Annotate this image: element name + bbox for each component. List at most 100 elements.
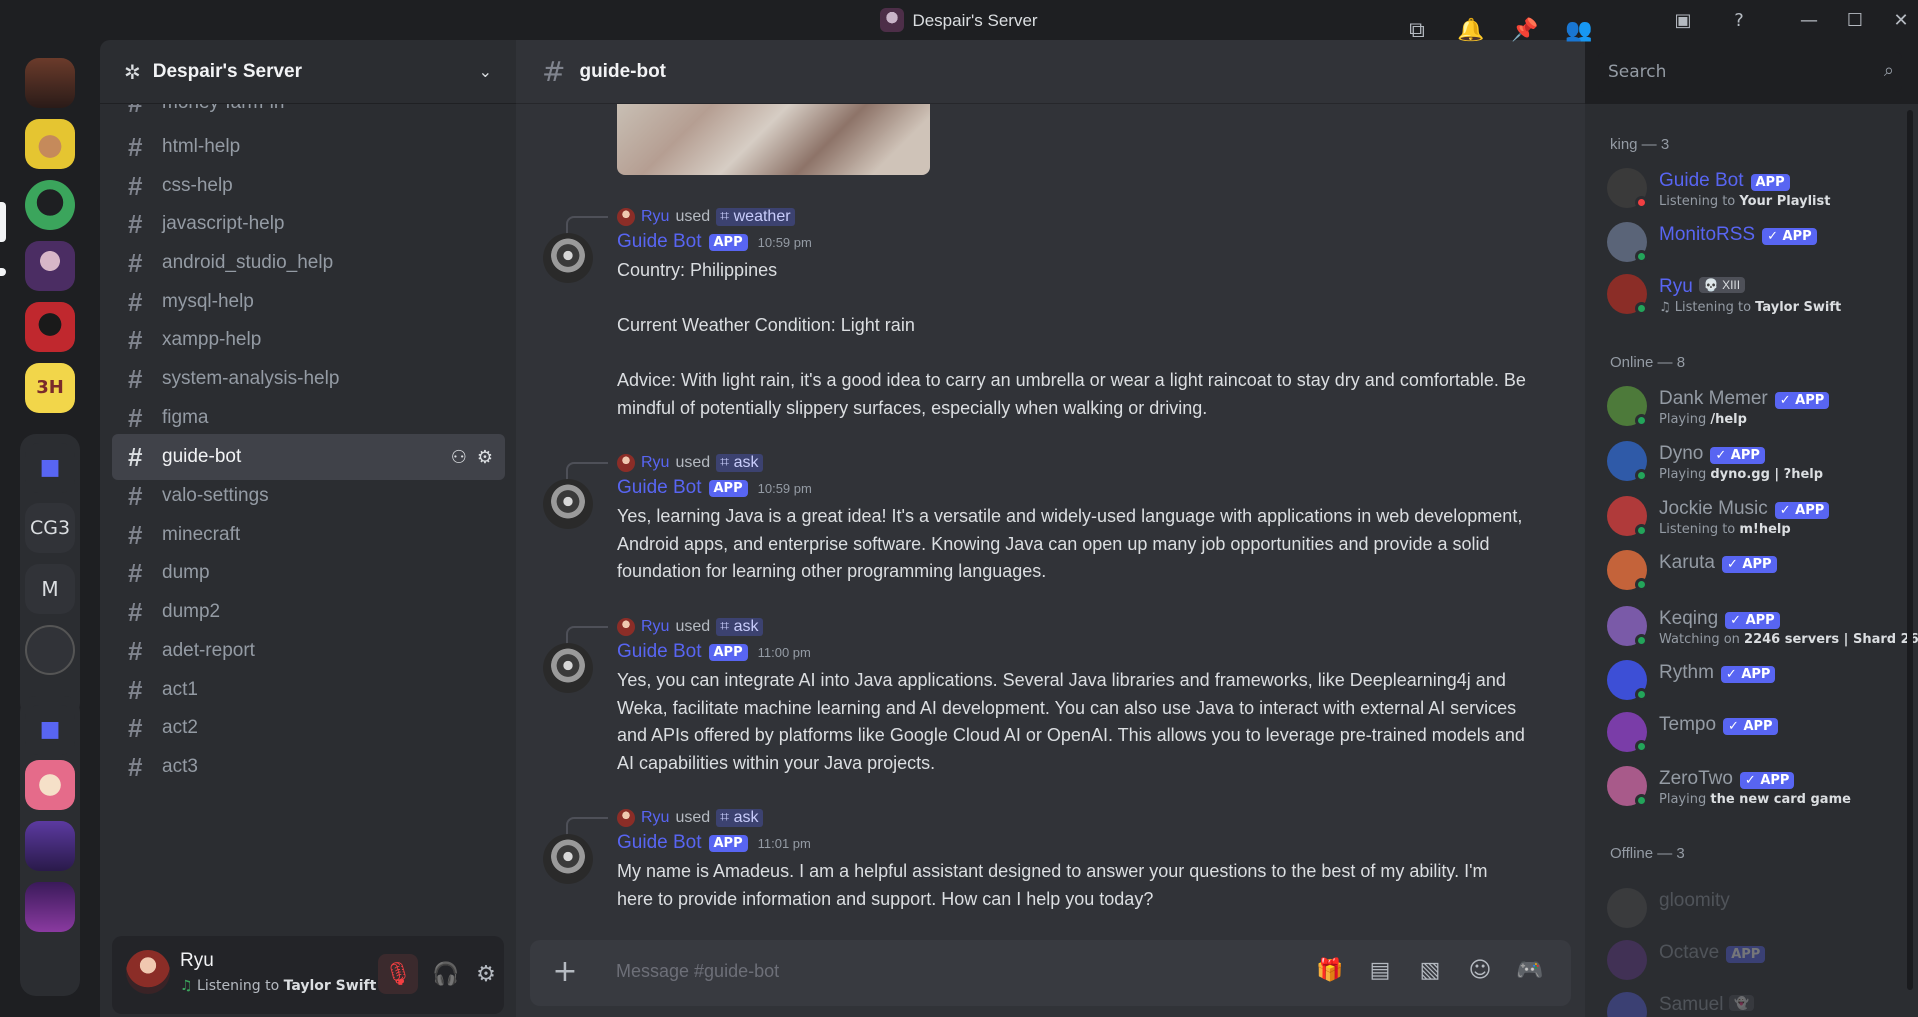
member-name: Keqing ✓ APP [1659, 608, 1780, 630]
member-octave[interactable]: Octave APP [1607, 940, 1907, 984]
add-attachment-icon[interactable]: + [548, 956, 582, 990]
inbox-icon[interactable]: ▣ [1670, 8, 1696, 32]
command-reference[interactable]: Ryu used ⌗ ask [617, 806, 763, 830]
member-dyno[interactable]: Dyno ✓ APP Playing dyno.gg | ?help [1607, 441, 1907, 485]
avatar[interactable] [543, 233, 593, 283]
channel-label: mysql-help [162, 291, 254, 312]
server-icon-10[interactable] [25, 882, 75, 932]
server-icon-1[interactable] [25, 58, 75, 108]
bell-icon[interactable]: 🔔 [1444, 18, 1498, 43]
activity-detail: dyno.gg | ?help [1710, 467, 1824, 482]
gift-icon[interactable]: 🎁 [1305, 958, 1355, 983]
help-icon[interactable]: ? [1726, 8, 1752, 32]
hash-icon: # [128, 104, 162, 119]
member-monitorss[interactable]: MonitoRSS ✓ APP [1607, 222, 1907, 266]
gif-icon[interactable]: ▤ [1355, 958, 1405, 983]
app-badge: APP [708, 643, 748, 661]
avatar[interactable] [126, 950, 170, 994]
member-name-text: ZeroTwo [1659, 768, 1733, 789]
folder-icon[interactable]: ■ [25, 705, 75, 755]
member-group-label: king — 3 [1610, 136, 1670, 153]
member-name: Octave APP [1659, 942, 1766, 964]
image-attachment[interactable] [617, 104, 930, 175]
member-samuel[interactable]: Samuel 👻 [1607, 992, 1907, 1017]
server-icon-cg3[interactable]: CG3 [25, 503, 75, 553]
status-indicator [1635, 794, 1648, 807]
message-composer[interactable]: + Message #guide-bot 🎁 ▤ ▧ ☺ 🎮 [530, 940, 1571, 1006]
search-placeholder: Search [1608, 62, 1667, 82]
command-name: weather [733, 208, 791, 225]
server-icon-m[interactable]: M [25, 564, 75, 614]
mic-muted-icon[interactable]: 🎙 [378, 954, 418, 994]
invite-icon[interactable]: ⚇ [451, 447, 467, 468]
avatar[interactable] [543, 834, 593, 884]
close-icon[interactable]: ✕ [1888, 8, 1914, 32]
server-icon-2[interactable] [25, 119, 75, 169]
threads-icon[interactable]: ⧉ [1390, 18, 1444, 43]
channel-label: system-analysis-help [162, 368, 340, 389]
server-icon-despair[interactable] [25, 241, 75, 291]
member-name: Ryu 💀 XIII [1659, 276, 1746, 298]
server-icon-3h[interactable]: 3H [25, 363, 75, 413]
used-text: used [675, 618, 711, 635]
folder-icon[interactable]: ■ [25, 443, 75, 493]
app-badge: APP [708, 233, 748, 251]
status-indicator [1635, 688, 1648, 701]
server-icon-user[interactable] [25, 625, 75, 675]
headphones-icon[interactable]: 🎧 [426, 954, 466, 994]
chevron-down-icon: ⌄ [478, 62, 492, 81]
member-gloomity[interactable]: gloomity [1607, 888, 1907, 932]
member-badge: ✓ APP [1774, 502, 1830, 519]
server-icon-3[interactable] [25, 180, 75, 230]
member-zerotwo[interactable]: ZeroTwo ✓ APP Playing the new card game [1607, 766, 1907, 810]
member-group-label: Offline — 3 [1610, 845, 1685, 862]
controller-icon[interactable]: 🎮 [1505, 958, 1555, 983]
member-scrollbar[interactable] [1907, 110, 1913, 990]
command-chip[interactable]: ⌗ ask [716, 454, 763, 472]
used-text: used [675, 208, 711, 225]
sticker-icon[interactable]: ▧ [1405, 958, 1455, 983]
member-rythm[interactable]: Rythm ✓ APP [1607, 660, 1907, 704]
avatar[interactable] [543, 643, 593, 693]
member-dank-memer[interactable]: Dank Memer ✓ APP Playing /help [1607, 386, 1907, 430]
pin-icon[interactable]: 📌 [1498, 18, 1552, 43]
author-name[interactable]: Guide Bot [617, 231, 702, 253]
command-chip[interactable]: ⌗ ask [716, 809, 763, 827]
search-input[interactable]: Search ⌕ [1598, 52, 1902, 92]
command-reference[interactable]: Ryu used ⌗ weather [617, 205, 795, 229]
member-keqing[interactable]: Keqing ✓ APP Watching on 2246 servers | Sh… [1607, 606, 1918, 650]
command-reference[interactable]: Ryu used ⌗ ask [617, 615, 763, 639]
members-icon[interactable]: 👥 [1552, 18, 1606, 43]
chat-header: # guide-bot [516, 40, 1585, 104]
member-guide-bot[interactable]: Guide Bot APP Listening to Your Playlist [1607, 168, 1907, 212]
channel-label: html-help [162, 136, 241, 157]
member-badge: 💀 XIII [1698, 277, 1746, 293]
server-header[interactable]: ✲ Despair's Server ⌄ [100, 40, 516, 104]
command-reference[interactable]: Ryu used ⌗ ask [617, 451, 763, 475]
member-ryu[interactable]: Ryu 💀 XIII ♫ Listening to Taylor Swift [1607, 274, 1907, 318]
command-name: ask [733, 618, 759, 635]
emoji-icon[interactable]: ☺ [1455, 958, 1505, 983]
command-chip[interactable]: ⌗ ask [716, 618, 763, 636]
server-icon-9[interactable] [25, 821, 75, 871]
gear-icon[interactable]: ⚙ [477, 447, 493, 468]
minimize-icon[interactable]: — [1796, 8, 1822, 32]
author-name[interactable]: Guide Bot [617, 832, 702, 854]
channel-act3[interactable]: # act3 [112, 744, 505, 790]
message-meta: Guide Bot APP 10:59 pm [617, 477, 812, 499]
avatar[interactable] [543, 479, 593, 529]
command-chip[interactable]: ⌗ weather [716, 208, 795, 226]
author-name[interactable]: Guide Bot [617, 477, 702, 499]
maximize-icon[interactable]: ☐ [1842, 8, 1868, 32]
settings-gear-icon[interactable]: ⚙ [466, 954, 506, 994]
server-icon-5[interactable] [25, 302, 75, 352]
app-badge: APP [708, 479, 748, 497]
member-activity: Listening to Your Playlist [1659, 194, 1830, 209]
member-badge: ✓ APP [1725, 612, 1780, 629]
author-name[interactable]: Guide Bot [617, 641, 702, 663]
member-karuta[interactable]: Karuta ✓ APP [1607, 550, 1907, 594]
member-tempo[interactable]: Tempo ✓ APP [1607, 712, 1907, 756]
member-jockie-music[interactable]: Jockie Music ✓ APP Listening to m!help [1607, 496, 1907, 540]
server-icon-8[interactable] [25, 760, 75, 810]
channel-money-farm-irl[interactable]: #money-farm-irl [112, 104, 505, 126]
